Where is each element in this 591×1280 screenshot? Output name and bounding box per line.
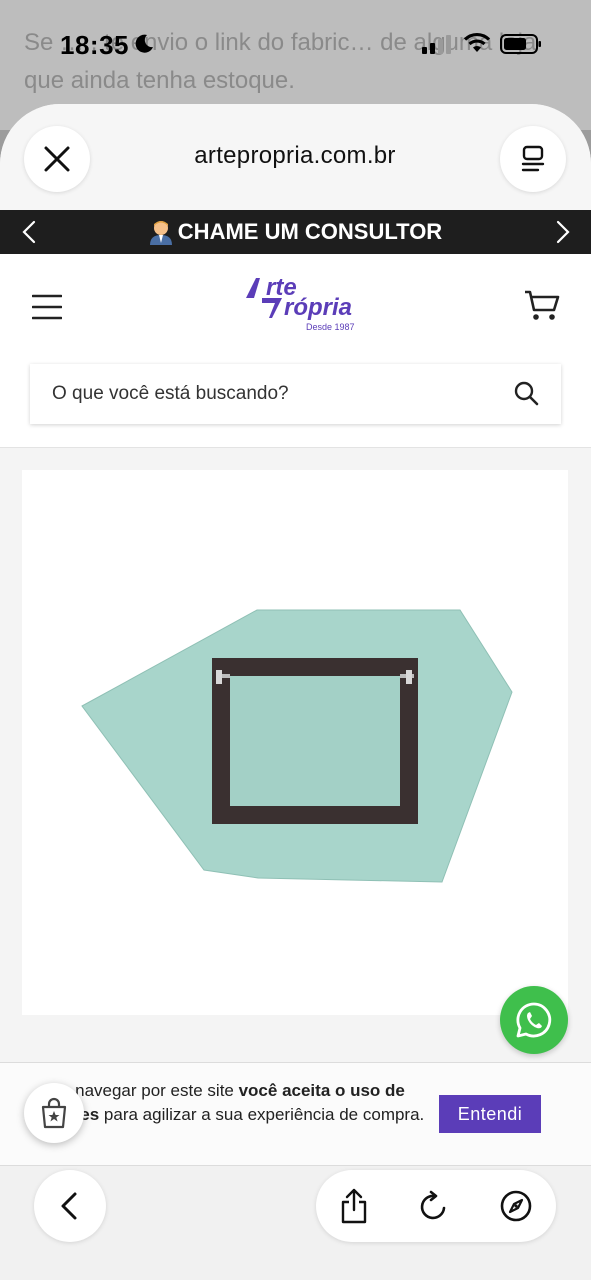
whatsapp-icon bbox=[516, 1002, 552, 1038]
promo-consultant-link[interactable]: CHAME UM CONSULTOR bbox=[100, 210, 490, 254]
consultant-icon bbox=[149, 221, 172, 245]
browser-sheet: artepropria.com.br CHAME UM CONSULTOR rt… bbox=[0, 104, 591, 1280]
search-icon[interactable] bbox=[513, 380, 539, 406]
cart-icon[interactable] bbox=[524, 290, 560, 322]
back-icon bbox=[61, 1192, 77, 1220]
battery-icon bbox=[500, 34, 541, 54]
logo-a-mark bbox=[246, 278, 260, 298]
page-menu-button[interactable] bbox=[500, 126, 566, 192]
reload-button[interactable] bbox=[416, 1188, 452, 1224]
moon-icon bbox=[135, 34, 153, 53]
product-area bbox=[0, 448, 591, 1063]
toolbar-actions bbox=[316, 1170, 556, 1242]
site-header: rte rópria Desde 1987 bbox=[0, 254, 591, 362]
search-placeholder: O que você está buscando? bbox=[52, 383, 289, 404]
wishlist-button[interactable] bbox=[24, 1083, 84, 1143]
wifi-icon bbox=[463, 32, 491, 52]
back-button[interactable] bbox=[34, 1170, 106, 1242]
share-button[interactable] bbox=[336, 1188, 372, 1224]
search-section: O que você está buscando? bbox=[0, 362, 591, 448]
close-icon bbox=[44, 146, 70, 172]
url-domain[interactable]: artepropria.com.br bbox=[120, 142, 470, 170]
share-icon bbox=[341, 1188, 367, 1224]
accept-cookies-button[interactable]: Entendi bbox=[439, 1095, 541, 1133]
logo-line2: rópria bbox=[284, 294, 353, 321]
search-input[interactable]: O que você está buscando? bbox=[30, 364, 561, 424]
hamburger-icon[interactable] bbox=[32, 294, 62, 320]
status-time: 18:35 bbox=[60, 30, 129, 60]
cookie-text: navegar por este site você aceita o uso … bbox=[50, 1079, 430, 1127]
menu-icon bbox=[521, 145, 545, 172]
compass-button[interactable] bbox=[498, 1188, 534, 1224]
cookie-text-bold1: você aceita o uso de bbox=[238, 1081, 405, 1100]
status-bar: 18:35 bbox=[0, 0, 591, 90]
bottom-toolbar bbox=[0, 1166, 591, 1280]
product-image[interactable] bbox=[22, 470, 568, 1015]
chevron-right-icon[interactable] bbox=[548, 218, 576, 246]
cookie-banner: navegar por este site você aceita o uso … bbox=[0, 1062, 591, 1166]
reload-icon bbox=[420, 1190, 446, 1220]
cookie-text-part1: navegar por este site bbox=[75, 1081, 239, 1100]
shopping-bag-icon bbox=[41, 1097, 67, 1129]
promo-label: CHAME UM CONSULTOR bbox=[177, 219, 443, 244]
whatsapp-button[interactable] bbox=[500, 986, 568, 1054]
url-bar: artepropria.com.br bbox=[0, 104, 591, 210]
close-button[interactable] bbox=[24, 126, 90, 192]
chevron-left-icon[interactable] bbox=[16, 218, 44, 246]
mirror-product-illustration bbox=[81, 609, 513, 883]
cookie-text-part2: para agilizar a sua experiência de compr… bbox=[99, 1105, 425, 1124]
logo-since: Desde 1987 bbox=[306, 322, 355, 332]
site-logo[interactable]: rte rópria Desde 1987 bbox=[244, 276, 358, 336]
compass-icon bbox=[500, 1190, 532, 1222]
promo-bar: CHAME UM CONSULTOR bbox=[0, 210, 591, 254]
signal-icon bbox=[422, 35, 451, 54]
logo-p-mark bbox=[262, 298, 282, 318]
